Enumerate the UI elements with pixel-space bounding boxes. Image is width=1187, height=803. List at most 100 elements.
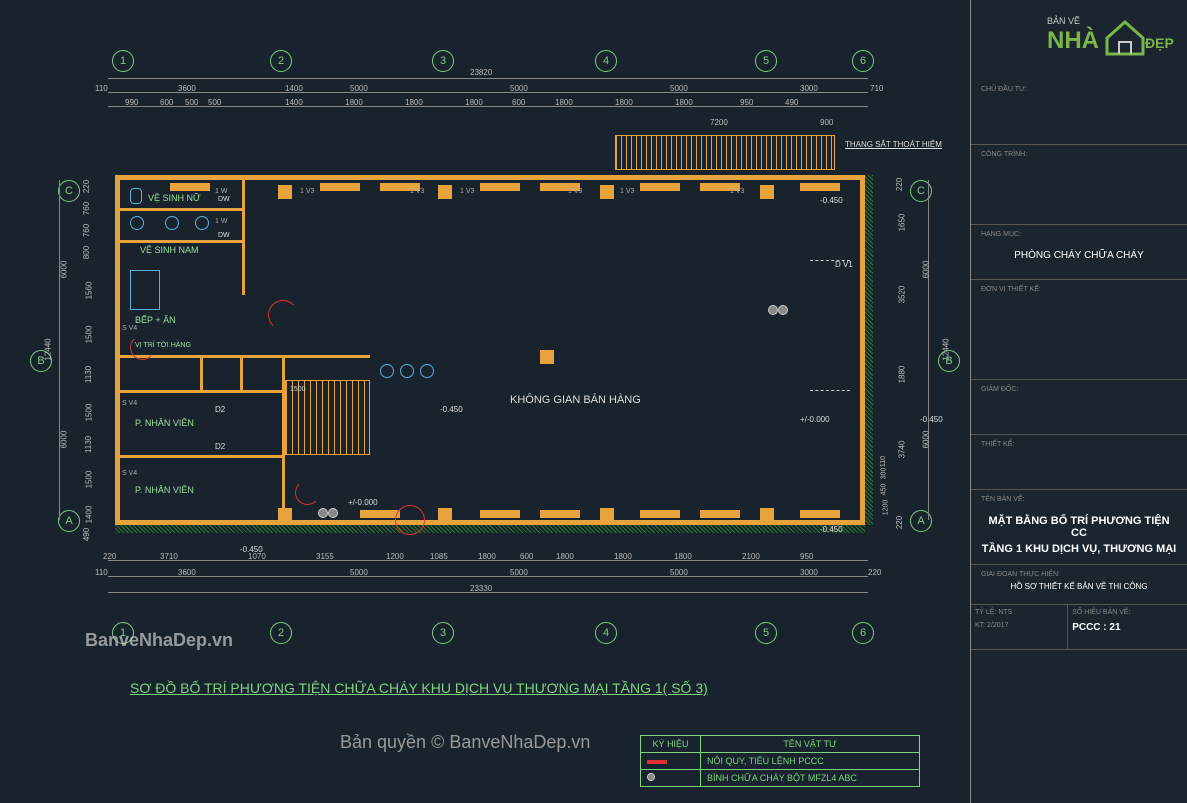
dim-bot-span3: 5000 [510,568,528,577]
legend-sym-1 [641,753,701,770]
label-wc-female: VỆ SINH NỮ [148,193,201,203]
ann-floor-1b: +/-0.000 [800,415,830,424]
sv-sv4-3: S V4 [122,470,137,477]
ann-d2a: D2 [215,405,225,414]
dim-ls2: 760 [82,224,91,237]
ann-floor-2: -0.450 [440,405,463,414]
dim-bs12: 950 [800,552,813,561]
sink-3 [420,364,434,378]
dim-rs7: 450 [880,484,887,496]
column-4a [600,508,614,522]
tb-don-vi: ĐƠN VỊ THIẾT KẾ: [971,280,1187,380]
dim-bot-span4: 5000 [670,568,688,577]
dim-top-span4: 5000 [510,84,528,93]
column-2a [278,508,292,522]
dim-ls3: 800 [82,246,91,259]
hatch-bottom [115,525,865,533]
wall-wc-divider [115,240,245,243]
wc-fixture-2 [130,216,144,230]
dim-right-total: 12440 [942,338,951,360]
dim-top-sub1: 600 [160,98,173,107]
grid-col-2-top: 2 [270,50,292,72]
sv-sv4-2: S V4 [122,400,137,407]
beam-top-4 [480,183,520,191]
column-3c [438,185,452,199]
wall-staff-mid [115,455,285,458]
dim-top-sub3: 500 [208,98,221,107]
grid-col-4-bot: 4 [595,622,617,644]
tb-sheet-row: TỶ LỆ: NTS KT: 2/2017 SỐ HIỆU BẢN VẼ: PC… [971,605,1187,650]
dim-bs10: 1800 [674,552,692,561]
tb-giai-doan: GIAI ĐOẠN THỰC HIỆN: HỒ SƠ THIẾT KẾ BẢN … [971,565,1187,605]
dim-bs4: 1200 [386,552,404,561]
sv-1v3-5: 1 V3 [620,188,634,195]
dim-left-span2: 6000 [59,431,68,449]
dim-ls7: 1500 [84,404,93,422]
dim-top-sub13: 490 [785,98,798,107]
grid-col-6-top: 6 [852,50,874,72]
fire-ext-2 [778,305,788,315]
dim-bs8: 1800 [556,552,574,561]
dim-bot-end1: 110 [95,568,108,577]
beam-bot-2 [480,510,520,518]
ann-floor-6: -0.450 [820,525,843,534]
dim-right-span2: 6000 [921,431,930,449]
ann-d2b: D2 [215,442,225,451]
svg-text:NHÀ: NHÀ [1047,26,1099,54]
label-kitchen: BẾP + ĂN [135,315,176,325]
wall-left [115,175,120,525]
dim-left-total: 12440 [44,338,53,360]
wall-hoist-right [240,355,243,390]
dim-7200: 7200 [710,118,728,127]
ann-stair-dim: 1500 [290,386,306,393]
dim-ls5: 1500 [84,326,93,344]
dim-bot-total: 23330 [470,584,492,593]
dim-ls8: 1130 [84,436,93,453]
tb-chu-dau-tu: CHỦ ĐẦU TƯ: [971,80,1187,145]
dim-top-sub5: 1800 [345,98,363,107]
column-5a [760,508,774,522]
escape-stair-label: THANG SẮT THOÁT HIỂM [845,140,942,149]
tb-cong-trinh: CÔNG TRÌNH: [971,145,1187,225]
dim-rs5: 110 [880,456,887,467]
column-2c [278,185,292,199]
dim-rs3: 1880 [897,366,906,384]
dim-bs11: 2100 [742,552,760,561]
dim-bs3: 3155 [316,552,334,561]
grid-col-2-bot: 2 [270,622,292,644]
grid-col-5-bot: 5 [755,622,777,644]
dim-top-sub10: 1800 [615,98,633,107]
logo: BẢN VẼ NHÀ ĐẸP [1047,10,1177,60]
ann-dw1: DW [218,196,230,203]
sv-1v3-3: 1 V3 [460,188,474,195]
fire-ext-3 [318,508,328,518]
dim-ls4: 1560 [84,282,93,300]
dim-top-sub2: 500 [185,98,198,107]
fire-ext-4 [328,508,338,518]
grid-row-c-left: C [58,180,80,202]
wall-wc-right [242,175,245,295]
column-3a [438,508,452,522]
sink-2 [400,364,414,378]
ann-floor-3: -0.450 [820,196,843,205]
dim-top-sub6: 1800 [405,98,423,107]
dim-rs8: 1200 [882,500,889,516]
svg-text:BẢN VẼ: BẢN VẼ [1047,15,1080,26]
legend-table: KÝ HIỆU TÊN VẬT TƯ NỘI QUY, TIÊU LỆNH PC… [640,735,920,787]
beam-bot-6 [800,510,840,518]
legend-row-1: NỘI QUY, TIÊU LỆNH PCCC [701,753,920,770]
wall-hoist-left [200,355,203,390]
sv-1v3-1: 1 V3 [300,188,314,195]
label-main-room: KHÔNG GIAN BÁN HÀNG [510,394,641,406]
legend-row-2: BÌNH CHỮA CHÁY BỘT MFZL4 ABC [701,770,920,787]
dim-bot-end2: 220 [868,568,881,577]
dim-bot-span5: 3000 [800,568,818,577]
dim-top-sub0: 990 [125,98,138,107]
drawing-canvas: 1 2 3 4 5 6 1 2 3 4 5 6 C B A C B A 2382… [0,0,970,803]
sv-1w-1: 1 W [215,188,227,195]
wall-top [115,175,865,180]
label-hoist: VỊ TRÍ TỜI HÀNG [135,342,191,349]
dim-top-total: 23820 [470,68,492,77]
dim-bs2: 1070 [248,552,266,561]
sink-1 [380,364,394,378]
